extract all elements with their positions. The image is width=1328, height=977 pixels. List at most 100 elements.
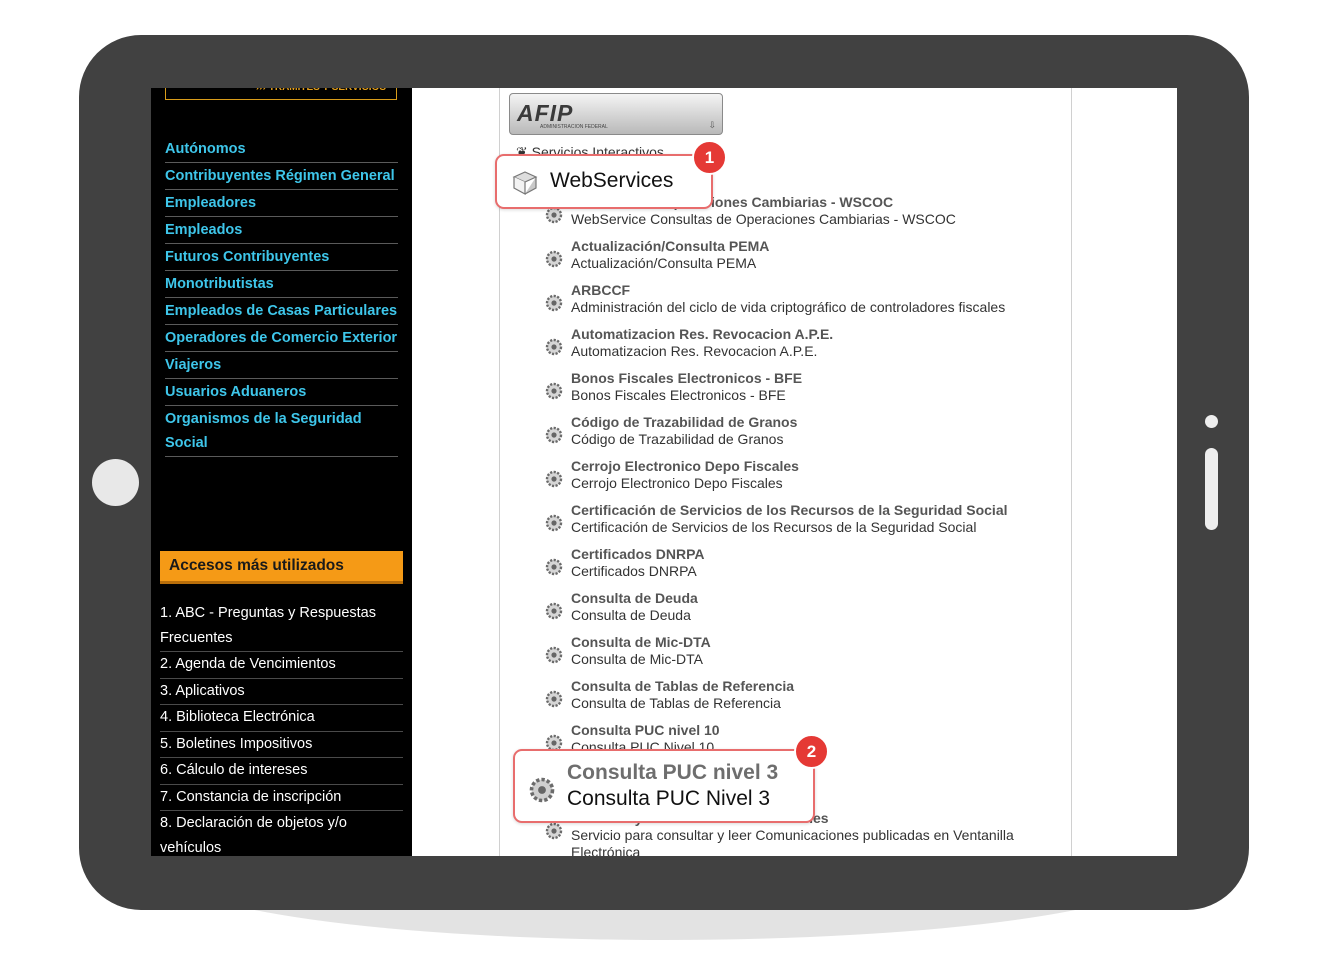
service-item[interactable]: Certificación de Servicios de los Recurs… (544, 502, 1064, 546)
sidebar-item-empleados[interactable]: Empleados (165, 217, 398, 244)
sidebar-item-organismos-seguridad-social[interactable]: Organismos de la Seguridad Social (165, 406, 398, 457)
acceso-link[interactable]: 7. Constancia de inscripción (160, 785, 403, 811)
gear-icon (527, 775, 557, 810)
service-text: Consulta de Deuda Consulta de Deuda (571, 590, 1066, 624)
acceso-link[interactable]: 8. Declaración de objetos y/o vehículos (160, 811, 403, 856)
tramites-banner[interactable]: ››› TRÁMITES Y SERVICIOS (165, 88, 397, 100)
service-title[interactable]: ARBCCF (571, 282, 1066, 299)
package-icon (511, 169, 539, 202)
acceso-link[interactable]: 1. ABC - Preguntas y Respuestas Frecuent… (160, 601, 403, 652)
acceso-link[interactable]: 5. Boletines Impositivos (160, 732, 403, 758)
step-badge-2: 2 (794, 734, 829, 769)
sidebar: ››› TRÁMITES Y SERVICIOS Autónomos Contr… (151, 88, 412, 856)
service-title[interactable]: Consulta de Deuda (571, 590, 1066, 607)
service-item[interactable]: Bonos Fiscales Electronicos - BFE Bonos F… (544, 370, 1064, 414)
gear-icon (544, 689, 564, 709)
service-item[interactable]: Certificados DNRPA Certificados DNRPA (544, 546, 1064, 590)
service-description: Certificados DNRPA (571, 563, 697, 579)
puc-nivel-3-title: Consulta PUC nivel 3 (567, 761, 779, 784)
gear-icon (544, 513, 564, 533)
service-text: Automatizacion Res. Revocacion A.P.E. Aut… (571, 326, 1066, 360)
service-description: Automatizacion Res. Revocacion A.P.E. (571, 343, 818, 359)
sidebar-item-monotributistas[interactable]: Monotributistas (165, 271, 398, 298)
puc-nivel-3-desc: Consulta PUC Nivel 3 (567, 787, 771, 810)
sidebar-item-empleadores[interactable]: Empleadores (165, 190, 398, 217)
camera-slot (1205, 448, 1218, 530)
service-title[interactable]: Certificados DNRPA (571, 546, 1066, 563)
service-item[interactable]: Consulta de Deuda Consulta de Deuda (544, 590, 1064, 634)
service-title[interactable]: Consulta de Mic-DTA (571, 634, 1066, 651)
acceso-link[interactable]: 3. Aplicativos (160, 679, 403, 705)
service-title[interactable]: Certificación de Servicios de los Recurs… (571, 502, 1066, 519)
service-description: Cerrojo Electronico Depo Fiscales (571, 475, 783, 491)
gear-icon (544, 821, 564, 841)
service-text: Certificados DNRPA Certificados DNRPA (571, 546, 1066, 580)
service-text: Cerrojo Electronico Depo Fiscales Cerrojo… (571, 458, 1066, 492)
service-title[interactable]: Código de Trazabilidad de Granos (571, 414, 1066, 431)
puc-nivel-3-callout[interactable]: Consulta PUC nivel 3 Consulta PUC Nivel … (513, 749, 815, 823)
afip-logo-subtitle: ADMINISTRACION FEDERAL (540, 124, 608, 130)
service-text: Bonos Fiscales Electronicos - BFE Bonos F… (571, 370, 1066, 404)
sidebar-item-operadores-comercio-exterior[interactable]: Operadores de Comercio Exterior (165, 325, 398, 352)
service-item[interactable]: Automatizacion Res. Revocacion A.P.E. Aut… (544, 326, 1064, 370)
service-text: Código de Trazabilidad de Granos Código d… (571, 414, 1066, 448)
service-description: Servicio para consultar y leer Comunicac… (571, 827, 1014, 856)
gear-icon (544, 381, 564, 401)
acceso-link[interactable]: 2. Agenda de Vencimientos (160, 652, 403, 679)
gear-icon (544, 249, 564, 269)
sidebar-item-usuarios-aduaneros[interactable]: Usuarios Aduaneros (165, 379, 398, 406)
sidebar-item-empleados-casas-particulares[interactable]: Empleados de Casas Particulares (165, 298, 398, 325)
acceso-link[interactable]: 6. Cálculo de intereses (160, 758, 403, 785)
arrow-icon: ⇩ (708, 120, 716, 130)
service-item[interactable]: Consulta de Mic-DTA Consulta de Mic-DTA (544, 634, 1064, 678)
afip-logo: AFIP (517, 100, 574, 126)
gear-icon (544, 425, 564, 445)
service-description: Bonos Fiscales Electronicos - BFE (571, 387, 786, 403)
service-text: Consulta de Mic-DTA Consulta de Mic-DTA (571, 634, 1066, 668)
sidebar-nav: Autónomos Contribuyentes Régimen General… (165, 136, 398, 457)
service-title[interactable]: Consulta de Tablas de Referencia (571, 678, 1066, 695)
service-description: Certificación de Servicios de los Recurs… (571, 519, 977, 535)
service-item[interactable]: ARBCCF Administración del ciclo de vida c… (544, 282, 1064, 326)
gear-icon (544, 337, 564, 357)
webservices-label: WebServices (550, 169, 674, 192)
service-title[interactable]: Cerrojo Electronico Depo Fiscales (571, 458, 1066, 475)
step-badge-1: 1 (692, 140, 727, 175)
gear-icon (544, 645, 564, 665)
camera-dot (1205, 415, 1218, 428)
sidebar-item-viajeros[interactable]: Viajeros (165, 352, 398, 379)
service-description: WebService Consultas de Operaciones Camb… (571, 211, 956, 227)
gear-icon (544, 469, 564, 489)
service-description: Consulta de Deuda (571, 607, 691, 623)
acceso-link[interactable]: 4. Biblioteca Electrónica (160, 705, 403, 732)
service-text: Consulta de Tablas de Referencia Consulta… (571, 678, 1066, 712)
service-item[interactable]: Código de Trazabilidad de Granos Código d… (544, 414, 1064, 458)
sidebar-item-autonomos[interactable]: Autónomos (165, 136, 398, 163)
sidebar-item-futuros-contribuyentes[interactable]: Futuros Contribuyentes (165, 244, 398, 271)
accesos-heading: Accesos más utilizados (160, 551, 403, 584)
tablet-screen: ››› TRÁMITES Y SERVICIOS Autónomos Contr… (151, 88, 1177, 856)
service-text: ARBCCF Administración del ciclo de vida c… (571, 282, 1066, 316)
service-item[interactable]: Consulta de Tablas de Referencia Consulta… (544, 678, 1064, 722)
service-text: Actualización/Consulta PEMA Actualización… (571, 238, 1066, 272)
home-button (92, 459, 139, 506)
service-text: Certificación de Servicios de los Recurs… (571, 502, 1066, 536)
service-title[interactable]: Actualización/Consulta PEMA (571, 238, 1066, 255)
gear-icon (544, 557, 564, 577)
accesos-list: 1. ABC - Preguntas y Respuestas Frecuent… (160, 601, 403, 856)
service-description: Actualización/Consulta PEMA (571, 255, 757, 271)
service-item[interactable]: Actualización/Consulta PEMA Actualización… (544, 238, 1064, 282)
service-item[interactable]: Cerrojo Electronico Depo Fiscales Cerrojo… (544, 458, 1064, 502)
webservices-callout[interactable]: WebServices (495, 154, 713, 209)
sidebar-item-contribuyentes-regimen-general[interactable]: Contribuyentes Régimen General (165, 163, 398, 190)
service-title[interactable]: Automatizacion Res. Revocacion A.P.E. (571, 326, 1066, 343)
gear-icon (544, 293, 564, 313)
afip-logo-button[interactable]: AFIP ADMINISTRACION FEDERAL ⇩ (509, 93, 723, 135)
service-description: Consulta de Mic-DTA (571, 651, 704, 667)
service-description: Consulta de Tablas de Referencia (571, 695, 781, 711)
service-description: Administración del ciclo de vida criptog… (571, 299, 1006, 315)
service-description: Código de Trazabilidad de Granos (571, 431, 784, 447)
column-divider (1071, 88, 1072, 856)
gear-icon (544, 601, 564, 621)
service-title[interactable]: Bonos Fiscales Electronicos - BFE (571, 370, 1066, 387)
